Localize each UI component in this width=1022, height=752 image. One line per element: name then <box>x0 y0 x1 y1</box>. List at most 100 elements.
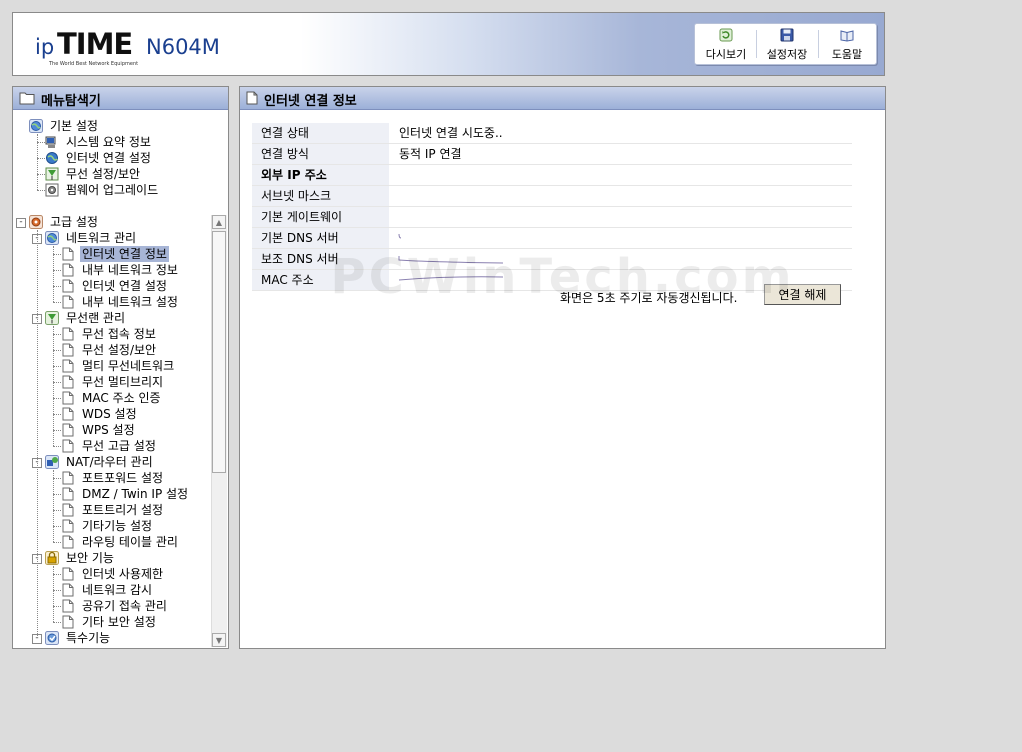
menu-item-label: 포트트리거 설정 <box>82 503 164 517</box>
tree-line <box>53 270 61 271</box>
wireless-management-icon <box>45 311 59 325</box>
menu-item-label: 인터넷 연결 설정 <box>66 151 151 165</box>
help-button[interactable]: 도움말 <box>819 24 875 64</box>
menu-explorer-panel: 메뉴탐색기 기본 설정 시스템 요약 정보 인터넷 연결 설정 무선 설정/보안 펌웨어… <box>12 86 229 649</box>
logo-tagline: The World Best Network Equipment <box>49 61 139 67</box>
special-functions-icon <box>45 631 59 645</box>
refresh-label: 다시보기 <box>705 48 747 61</box>
tree-line <box>53 334 61 335</box>
refresh-button[interactable]: 다시보기 <box>697 24 755 64</box>
tree-line <box>53 526 61 527</box>
info-label: 서브넷 마스크 <box>252 186 389 206</box>
info-row: 외부 IP 주소 <box>252 165 852 186</box>
menu-item-label: 기타 보안 설정 <box>82 615 156 629</box>
tree-line <box>53 286 61 287</box>
tree-line <box>53 574 61 575</box>
disconnect-button[interactable]: 연결 해제 <box>764 284 841 305</box>
page-icon <box>61 375 75 389</box>
menu-item-label: 무선 고급 설정 <box>82 439 156 453</box>
placeholder-glyph <box>398 256 504 264</box>
help-label: 도움말 <box>831 48 863 61</box>
info-label: 외부 IP 주소 <box>252 165 389 185</box>
page-icon <box>61 327 75 341</box>
page-title: 인터넷 연결 정보 <box>264 94 357 109</box>
tree-line <box>37 230 38 638</box>
security-lock-icon <box>45 551 59 565</box>
page-icon <box>246 91 258 105</box>
tree-line <box>53 494 61 495</box>
menu-item-label: 네트워크 감시 <box>82 583 153 597</box>
tree-line <box>37 174 45 175</box>
menu-item-label: 무선 접속 정보 <box>82 327 156 341</box>
menu-item-label: 보안 기능 <box>66 551 114 565</box>
help-book-icon <box>840 30 854 42</box>
placeholder-glyph <box>398 276 504 281</box>
content-header: 인터넷 연결 정보 <box>240 87 885 110</box>
internet-globe-icon <box>45 151 59 165</box>
page-icon <box>61 279 75 293</box>
page-icon <box>61 263 75 277</box>
menu-item-label: 무선랜 관리 <box>66 311 126 325</box>
scroll-down-arrow-icon[interactable]: ▼ <box>212 633 226 647</box>
info-label: MAC 주소 <box>252 270 389 290</box>
menu-explorer-title: 메뉴탐색기 <box>41 94 101 109</box>
info-row: 연결 방식 동적 IP 연결 <box>252 144 852 165</box>
save-settings-button[interactable]: 설정저장 <box>757 24 817 64</box>
menu-item-label: 인터넷 연결 설정 <box>82 279 167 293</box>
page-icon <box>61 359 75 373</box>
basic-settings-icon <box>29 119 43 133</box>
firmware-disk-icon <box>45 183 59 197</box>
info-label: 연결 상태 <box>252 123 389 143</box>
page-icon <box>61 439 75 453</box>
menu-item-label: 멀티 무선네트워크 <box>82 359 175 373</box>
menu-item-label: 라우팅 테이블 관리 <box>82 535 178 549</box>
menu-item-label: 네트워크 관리 <box>66 231 137 245</box>
info-value: 동적 IP 연결 <box>399 147 462 161</box>
info-label: 보조 DNS 서버 <box>252 249 389 269</box>
tree-line <box>37 190 45 191</box>
info-label: 연결 방식 <box>252 144 389 164</box>
tree-line <box>53 326 54 446</box>
wireless-antenna-icon <box>45 167 59 181</box>
scroll-thumb[interactable] <box>212 231 226 473</box>
collapse-icon[interactable]: - <box>16 218 26 228</box>
page-icon <box>61 423 75 437</box>
menu-item-label: 내부 네트워크 정보 <box>82 263 178 277</box>
tree-line <box>53 510 61 511</box>
menu-item-label: 인터넷 연결 정보 <box>80 246 169 262</box>
menu-item-label: WDS 설정 <box>82 407 137 421</box>
menu-item-label: 기타기능 설정 <box>82 519 153 533</box>
info-row: 연결 상태 인터넷 연결 시도중.. <box>252 123 852 144</box>
connection-info-table: 연결 상태 인터넷 연결 시도중.. 연결 방식 동적 IP 연결외부 IP 주소 서브… <box>252 123 852 291</box>
page-icon <box>61 343 75 357</box>
save-settings-label: 설정저장 <box>766 48 808 61</box>
page-icon <box>61 615 75 629</box>
menu-scrollbar[interactable]: ▲ ▼ <box>211 215 227 647</box>
tree-line <box>53 366 61 367</box>
info-row: MAC 주소 <box>252 270 852 291</box>
tree-line <box>53 398 61 399</box>
scroll-up-arrow-icon[interactable]: ▲ <box>212 215 226 229</box>
tree-line <box>37 158 45 159</box>
logo-time: TIME <box>57 27 133 61</box>
menu-item-label: WPS 설정 <box>82 423 135 437</box>
info-value: 인터넷 연결 시도중.. <box>399 126 503 140</box>
page-icon <box>61 471 75 485</box>
info-row: 기본 DNS 서버 <box>252 228 852 249</box>
menu-item-label: 내부 네트워크 설정 <box>82 295 178 309</box>
page-icon <box>61 519 75 533</box>
info-row: 서브넷 마스크 <box>252 186 852 207</box>
save-disk-icon <box>780 28 794 42</box>
page-icon <box>61 535 75 549</box>
placeholder-glyph <box>398 233 402 239</box>
folder-icon <box>19 92 35 105</box>
refresh-icon <box>719 28 733 42</box>
tree-line <box>37 142 45 143</box>
tree-line <box>53 622 61 623</box>
auto-refresh-note: 화면은 5초 주기로 자동갱신됩니다. <box>560 291 738 305</box>
tree-line <box>53 542 61 543</box>
toolbar: 다시보기 설정저장 도움말 <box>694 23 877 65</box>
menu-item-label: DMZ / Twin IP 설정 <box>82 487 189 501</box>
page-icon <box>61 487 75 501</box>
menu-item-label: 기본 설정 <box>50 119 98 133</box>
